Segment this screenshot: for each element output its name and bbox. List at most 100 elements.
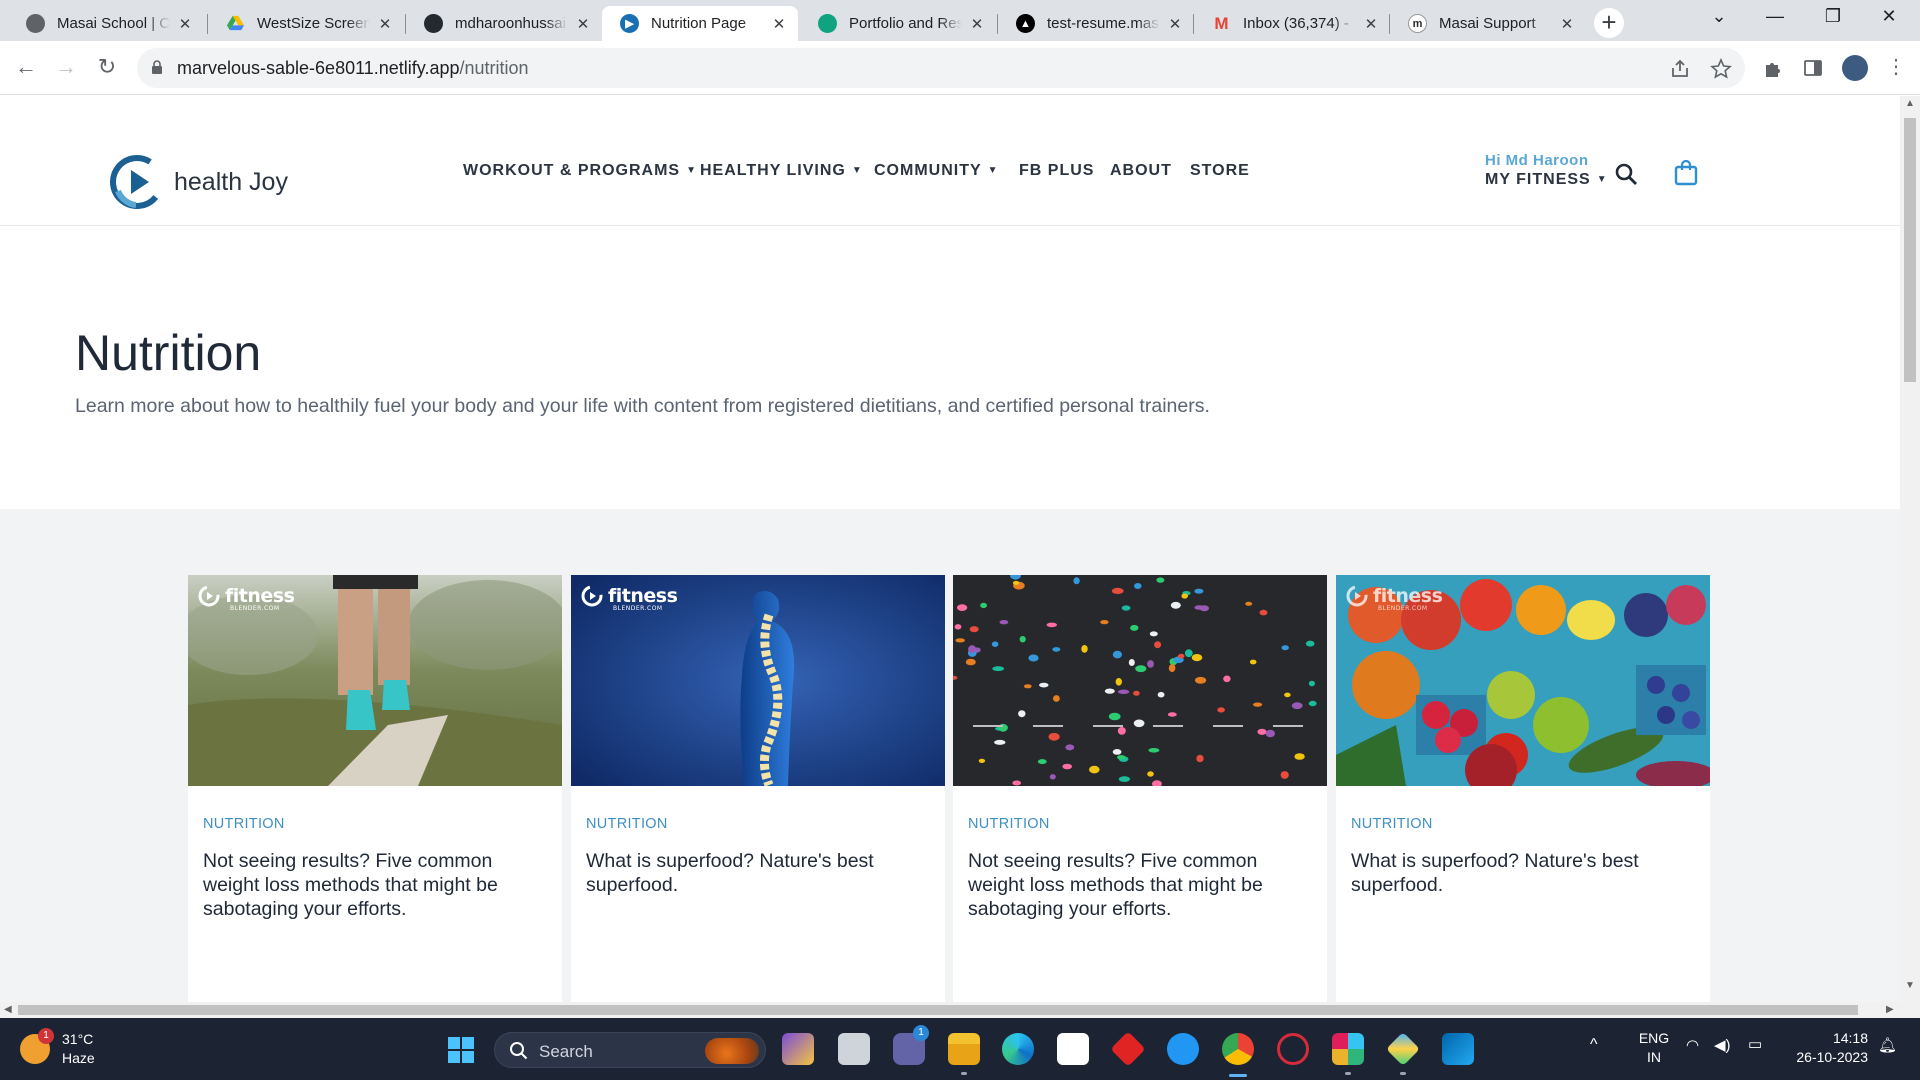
nav-fb-plus[interactable]: FB PLUS [1019,162,1094,180]
tab-search-chevron-icon[interactable]: ⌄ [1696,6,1742,27]
article-card[interactable]: fitness BLENDER.COM NUTRITION What is su… [571,575,945,1002]
watermark-sub: BLENDER.COM [230,605,280,612]
article-image-runners[interactable] [953,575,1327,786]
taskbar-search-box[interactable]: Search [494,1032,766,1068]
search-icon[interactable] [1614,162,1638,186]
article-image-spine[interactable]: fitness BLENDER.COM [571,575,945,786]
windows-start-icon[interactable] [447,1036,475,1064]
anydesk-icon[interactable] [1110,1031,1146,1067]
microsoft-store-icon[interactable] [1057,1033,1089,1065]
security-shield-app-icon[interactable] [1277,1033,1309,1065]
article-card[interactable]: NUTRITION Not seeing results? Five commo… [953,575,1327,1002]
scroll-left-arrow-icon[interactable]: ◀ [4,1004,12,1015]
clock-time[interactable]: 14:18 [1782,1030,1868,1046]
article-category[interactable]: NUTRITION [1351,816,1433,832]
close-tab-icon[interactable]: ✕ [574,15,592,33]
show-hidden-icons-chevron-icon[interactable]: ^ [1590,1036,1598,1054]
weather-widget[interactable]: 1 31°C Haze [20,1028,95,1068]
fitness-blender-watermark: fitness BLENDER.COM [581,585,678,612]
copilot-preview-icon[interactable] [782,1033,814,1065]
scroll-up-arrow-icon[interactable]: ▲ [1905,98,1915,109]
bookmark-star-icon[interactable] [1710,58,1732,80]
close-tab-icon[interactable]: ✕ [176,15,194,33]
share-icon[interactable] [1669,58,1691,80]
close-tab-icon[interactable]: ✕ [770,15,788,33]
tab-github[interactable]: mdharoonhussai ✕ [406,6,602,41]
article-category[interactable]: NUTRITION [968,816,1050,832]
task-view-icon[interactable] [838,1033,870,1065]
my-fitness-menu[interactable]: MY FITNESS ▼ [1485,171,1608,189]
restore-icon[interactable]: ❐ [1810,6,1856,27]
file-explorer-icon[interactable] [948,1033,980,1065]
close-tab-icon[interactable]: ✕ [1362,15,1380,33]
runner-figure [1253,702,1263,707]
extensions-puzzle-icon[interactable] [1762,57,1784,79]
slack-icon[interactable] [1332,1033,1364,1065]
article-category[interactable]: NUTRITION [586,816,668,832]
vertical-scroll-thumb[interactable] [1904,118,1916,382]
chrome-browser-icon[interactable] [1222,1033,1254,1065]
teams-chat-icon[interactable]: 1 [893,1025,929,1065]
article-category[interactable]: NUTRITION [203,816,285,832]
battery-icon[interactable]: ▭ [1748,1035,1762,1053]
new-tab-plus-icon[interactable]: + [1594,8,1624,38]
notification-bell-icon[interactable]: 🔔︎ [1878,1036,1897,1054]
edge-browser-icon[interactable] [1002,1033,1034,1065]
article-image-produce[interactable]: fitness BLENDER.COM [1336,575,1710,786]
wifi-icon[interactable]: ◠ [1686,1036,1699,1054]
back-arrow-icon[interactable]: ← [12,54,40,82]
address-bar[interactable]: marvelous-sable-6e8011.netlify.app/nutri… [137,48,1745,88]
nav-store[interactable]: STORE [1190,162,1250,180]
horizontal-scroll-thumb[interactable] [18,1005,1858,1015]
article-card[interactable]: fitness BLENDER.COM NUTRITION Not seeing… [188,575,562,1002]
input-language[interactable]: ENG [1634,1030,1674,1046]
nav-workout-programs[interactable]: WORKOUT & PROGRAMS ▼ [463,162,697,180]
article-card[interactable]: fitness BLENDER.COM NUTRITION What is su… [1336,575,1710,1002]
volume-icon[interactable]: ◀) [1714,1036,1731,1054]
help-icon[interactable] [1167,1033,1199,1065]
scroll-right-arrow-icon[interactable]: ▶ [1886,1004,1894,1015]
article-title[interactable]: Not seeing results? Five common weight l… [203,849,543,921]
tab-nutrition-page[interactable]: ▶ Nutrition Page ✕ [602,6,798,41]
side-panel-icon[interactable] [1802,57,1824,79]
article-title[interactable]: What is superfood? Nature's best superfo… [1351,849,1691,897]
vscode-icon[interactable] [1442,1033,1474,1065]
nav-about[interactable]: ABOUT [1110,162,1172,180]
tab-masai-school[interactable]: Masai School | Co ✕ [8,6,204,41]
runner-figure [994,739,1006,745]
close-tab-icon[interactable]: ✕ [376,15,394,33]
runner-figure [1134,583,1142,589]
reload-icon[interactable]: ↻ [93,54,121,82]
article-image-walking[interactable]: fitness BLENDER.COM [188,575,562,786]
input-region[interactable]: IN [1634,1049,1674,1065]
tab-test-resume[interactable]: ▲ test-resume.mas ✕ [998,6,1194,41]
runner-figure [980,602,987,609]
dev-tool-app-icon[interactable] [1386,1032,1420,1066]
runner-figure [1028,654,1039,662]
forward-arrow-icon[interactable]: → [52,54,80,82]
article-title[interactable]: What is superfood? Nature's best superfo… [586,849,926,897]
clock-date[interactable]: 26-10-2023 [1782,1049,1868,1065]
tab-westsize[interactable]: WestSize Screens ✕ [208,6,404,41]
vertical-scrollbar[interactable]: ▲ ▼ [1900,96,1920,1018]
minimize-icon[interactable]: — [1752,6,1798,27]
close-tab-icon[interactable]: ✕ [1558,15,1576,33]
chrome-menu-kebab-icon[interactable]: ⋮ [1882,54,1910,82]
close-window-icon[interactable]: ✕ [1866,6,1912,27]
profile-avatar[interactable] [1842,55,1868,81]
openai-icon [818,14,837,33]
shopping-bag-icon[interactable] [1674,160,1698,186]
nav-community[interactable]: COMMUNITY ▼ [874,162,999,180]
brand-logo[interactable]: health Joy [108,153,288,211]
tab-portfolio[interactable]: Portfolio and Res ✕ [800,6,996,41]
tab-gmail-inbox[interactable]: M Inbox (36,374) - ✕ [1194,6,1390,41]
close-tab-icon[interactable]: ✕ [968,15,986,33]
close-tab-icon[interactable]: ✕ [1166,15,1184,33]
lock-icon[interactable] [151,60,163,74]
nav-healthy-living[interactable]: HEALTHY LIVING ▼ [700,162,863,180]
scroll-down-arrow-icon[interactable]: ▼ [1905,980,1915,991]
article-title[interactable]: Not seeing results? Five common weight l… [968,849,1308,921]
tab-masai-support[interactable]: m Masai Support ✕ [1390,6,1586,41]
horizontal-scrollbar[interactable]: ◀ ▶ [0,1002,1900,1018]
url-text[interactable]: marvelous-sable-6e8011.netlify.app/nutri… [177,58,529,79]
